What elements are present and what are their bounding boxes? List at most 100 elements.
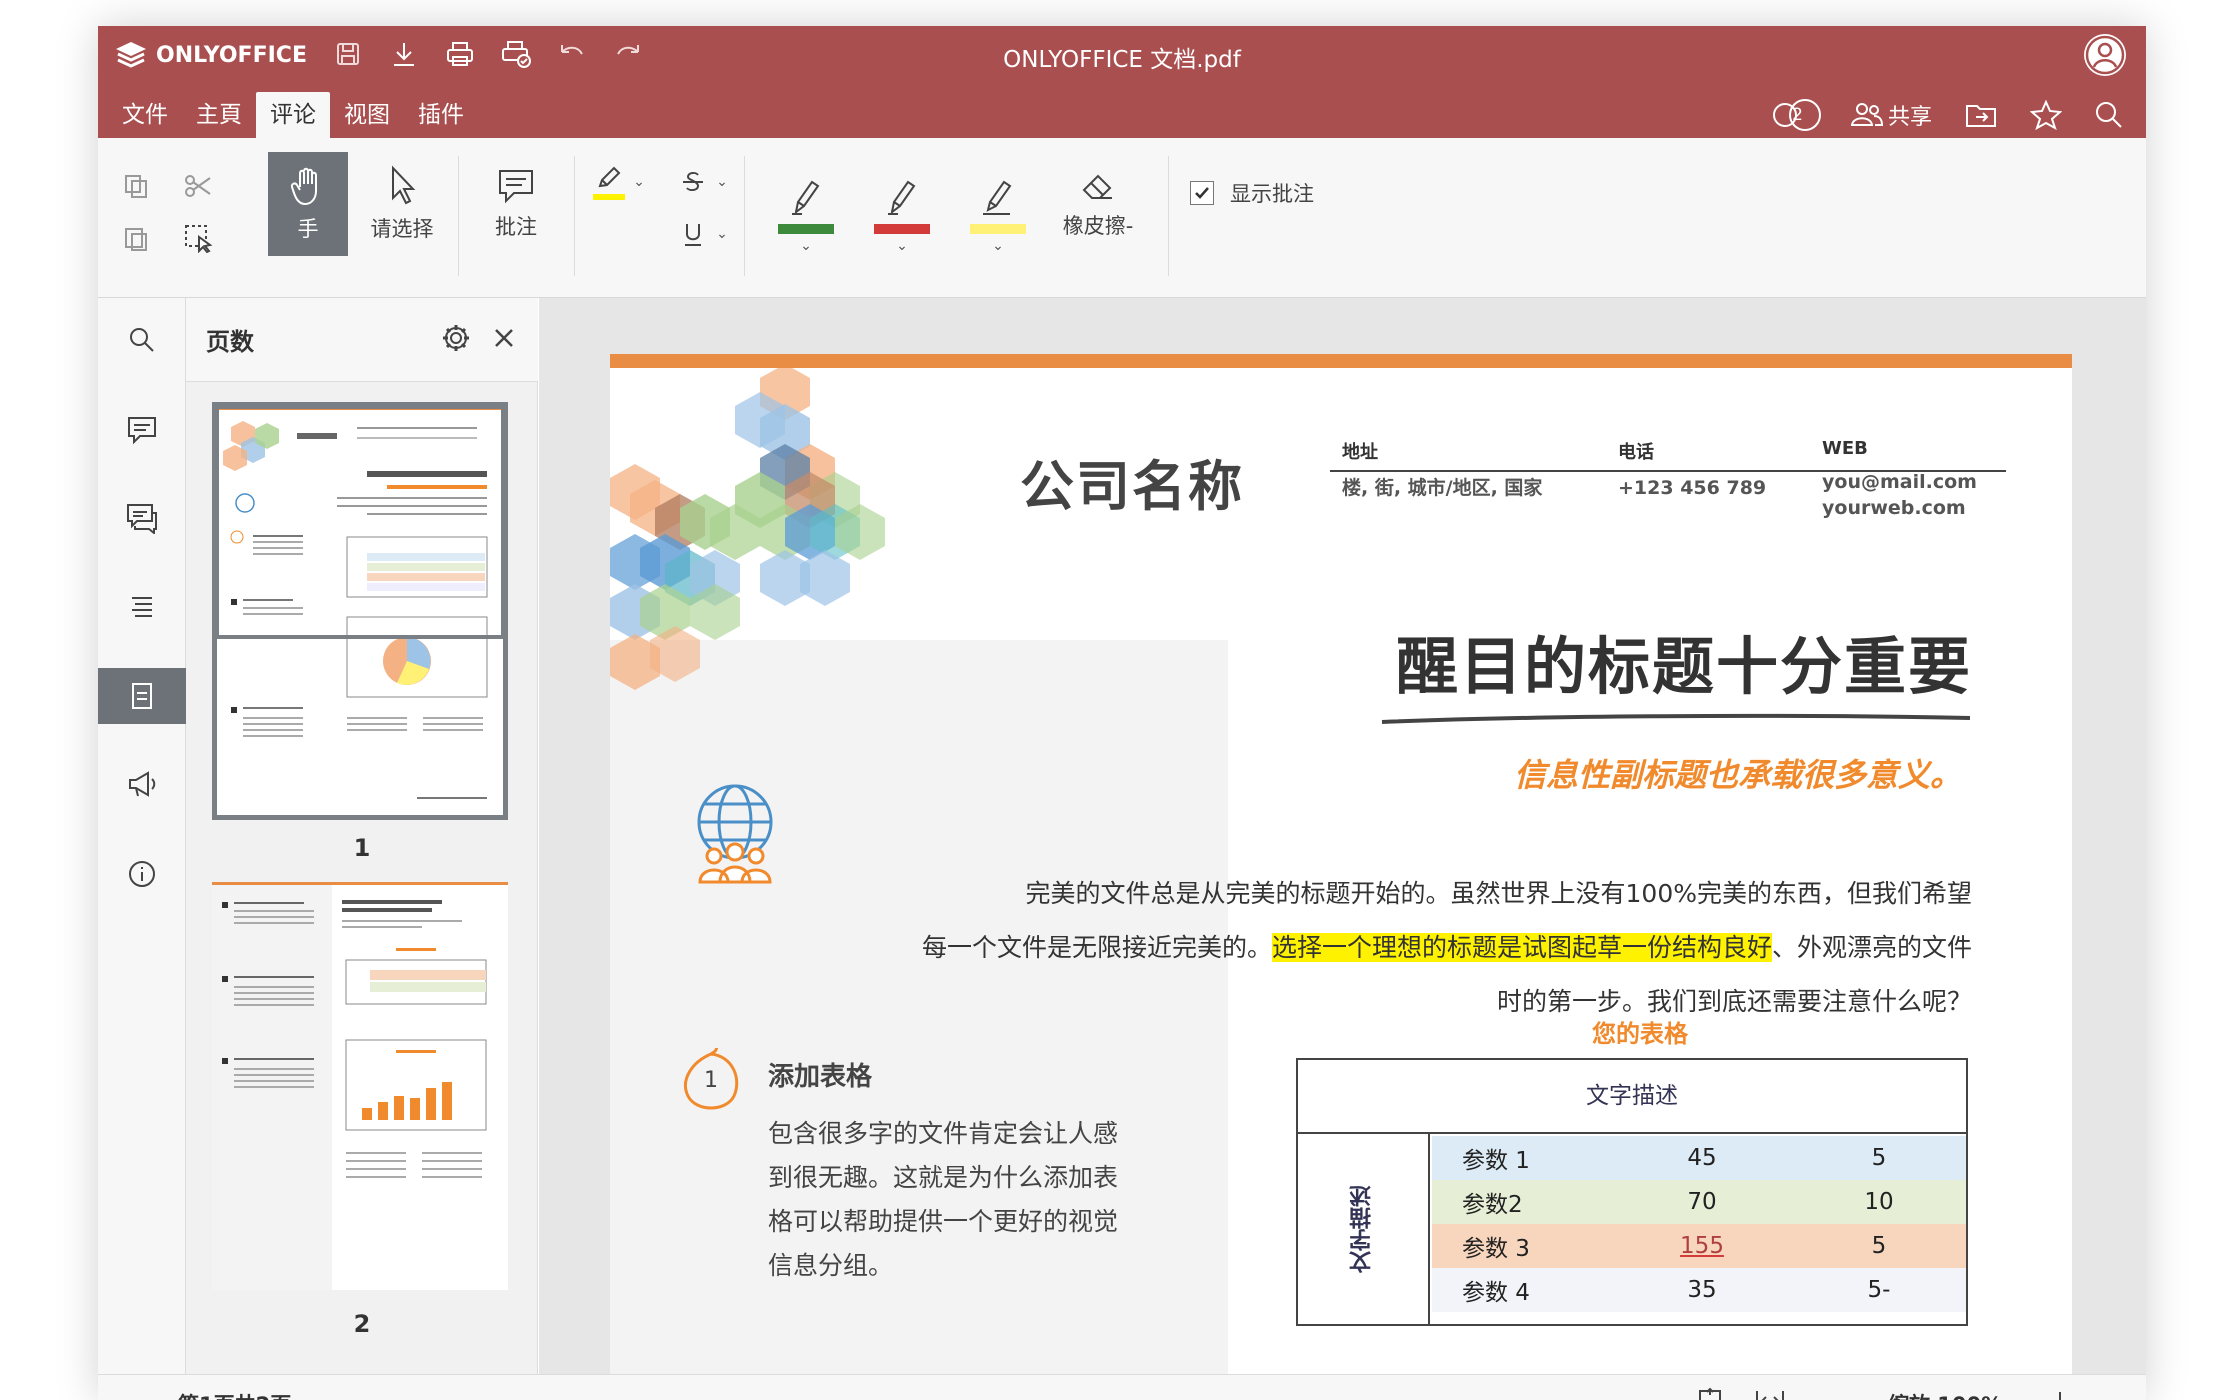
step-text-line: 包含很多字的文件肯定会让人感 [768,1119,1119,1148]
zoom-in-icon[interactable] [2044,1385,2076,1400]
chevron-down-icon[interactable]: ⌄ [896,238,908,254]
table-cell-b: 5- [1867,1277,1891,1303]
body-paragraph-line-3: 时的第一步。我们到底还需要注意什么呢？ [1496,987,1972,1016]
table-header: 文字描述 [1298,1060,1966,1134]
fit-width-icon[interactable] [1754,1385,1786,1400]
add-comment-button[interactable]: 批注 [468,152,564,256]
search-icon [2096,102,2122,128]
select-all-button[interactable] [178,218,218,258]
menu-comment[interactable]: 评论 [256,92,330,138]
collaborators-count: 2 [1792,105,1803,125]
globe-people-icon [697,784,773,884]
favorite-button[interactable] [2030,100,2062,130]
cut-button[interactable] [178,166,218,206]
show-comments-checkbox[interactable]: 显示批注 [1190,178,1314,208]
table-cell-name: 参数 4 [1462,1280,1530,1306]
pen-color-swatch [778,224,834,234]
toolbar-separator [744,156,745,276]
paste-button[interactable] [116,218,156,258]
toolbar-separator [1168,156,1169,276]
share-button[interactable]: 共享 [1850,99,1932,131]
page-thumbnail-2[interactable] [212,882,508,1290]
search-button[interactable] [2094,100,2124,130]
chevron-down-icon[interactable]: ⌄ [633,174,645,190]
info-icon [129,861,155,887]
checkbox-checked-icon[interactable] [1190,181,1214,205]
pen-color-swatch [874,224,930,234]
highlighter-button[interactable]: ⌄ [960,152,1036,280]
pen-icon [888,180,916,215]
collaborators-button[interactable]: 2 [1771,98,1834,132]
subheadline: 信息性副标题也承载很多意义。 [1513,756,1962,794]
contact-web-email: you@mail.com [1822,471,1977,493]
comment-icon [128,417,156,445]
scissors-icon [185,175,211,197]
step-text-line: 到很无趣。这就是为什么添加表 [768,1163,1119,1192]
pen-red-button[interactable]: ⌄ [864,152,940,280]
chevron-down-icon[interactable]: ⌄ [800,238,812,254]
page-top-bar [610,354,2072,368]
document-canvas[interactable]: 公司名称 地址 楼, 街, 城市/地区, 国家 电话 +123 456 789 … [539,298,2146,1374]
sidebar-search[interactable] [98,312,186,368]
gear-icon[interactable] [440,322,472,354]
megaphone-icon [129,771,156,797]
menu-home[interactable]: 主頁 [182,92,256,138]
sidebar-thumbnails[interactable] [98,668,186,724]
chevron-down-icon[interactable]: ⌄ [992,238,1004,254]
contact-address-value: 楼, 街, 城市/地区, 国家 [1342,477,1543,499]
sidebar-chat[interactable] [98,490,186,546]
sidebar-comments[interactable] [98,402,186,458]
eraser-icon [1082,174,1112,199]
company-name: 公司名称 [1020,455,1244,518]
page-1-preview [217,407,503,815]
highlighter-icon [598,166,621,188]
comment-icon [499,170,533,204]
chevron-down-icon[interactable]: ⌄ [716,174,728,190]
highlight-text-button[interactable]: ⌄ [574,158,664,206]
contact-phone-header: 电话 [1618,442,1654,463]
user-avatar-icon[interactable] [2084,34,2126,76]
menu-file[interactable]: 文件 [108,92,182,138]
eraser-label: 橡皮擦- [1062,214,1134,238]
underline-icon [685,224,702,246]
users-icon [1850,103,1883,126]
title-right-actions: 2 共享 [1771,92,2146,138]
table-cell-name: 参数 3 [1462,1236,1530,1262]
table-cell-a[interactable]: 155 [1612,1233,1792,1259]
strikeout-button[interactable]: ⌄ [658,158,748,206]
zoom-out-icon[interactable] [1818,1385,1850,1400]
body-paragraph-line-1: 完美的文件总是从完美的标题开始的。虽然世界上没有100%完美的东西，但我们希望 [1025,879,1972,908]
table-cell-b: 5 [1871,1145,1887,1171]
step-title: 添加表格 [768,1062,873,1092]
pages-panel: 页数 1 2 [186,298,538,1374]
underline-button[interactable]: ⌄ [658,210,748,258]
fit-page-icon[interactable] [1694,1385,1726,1400]
status-bar: 第1页共2页 缩放 100% [98,1374,2146,1400]
headline: 醒目的标题十分重要 [1395,630,1972,703]
close-icon[interactable] [490,324,518,352]
pen-icon [792,180,820,215]
table-row: 参数 4 35 5- [1432,1268,1966,1312]
select-all-icon [185,225,213,253]
page-2-preview [212,882,508,1290]
open-location-button[interactable] [1964,101,1998,129]
page-thumbnail-1[interactable] [212,402,508,820]
sidebar-about[interactable] [98,846,186,902]
share-label: 共享 [1887,105,1932,130]
highlighted-text[interactable]: 选择一个理想的标题是试图起草一份结构良好 [1271,933,1772,962]
sidebar-headings[interactable] [98,578,186,634]
menu-view[interactable]: 视图 [330,92,404,138]
contact-web-site: yourweb.com [1822,497,1966,519]
eraser-button[interactable]: 橡皮擦- [1050,152,1146,256]
menu-plugins[interactable]: 插件 [404,92,478,138]
copy-button[interactable] [116,166,156,206]
ribbon-toolbar: 手 请选择 批注 ⌄ ⌄ ⌄ ⌄ ⌄ ⌄ 橡皮擦- 显示批注 [98,138,2146,298]
pages-panel-title: 页数 [206,328,254,356]
sidebar-feedback[interactable] [98,756,186,812]
pen-green-button[interactable]: ⌄ [768,152,844,280]
body-paragraph-line-2: 每一个文件是无限接近完美的。选择一个理想的标题是试图起草一份结构良好、外观漂亮的… [922,928,1972,964]
table-cell-a: 70 [1687,1189,1717,1215]
chevron-down-icon[interactable]: ⌄ [716,226,728,242]
hand-tool-button[interactable]: 手 [268,152,348,256]
select-tool-button[interactable]: 请选择 [354,152,450,256]
